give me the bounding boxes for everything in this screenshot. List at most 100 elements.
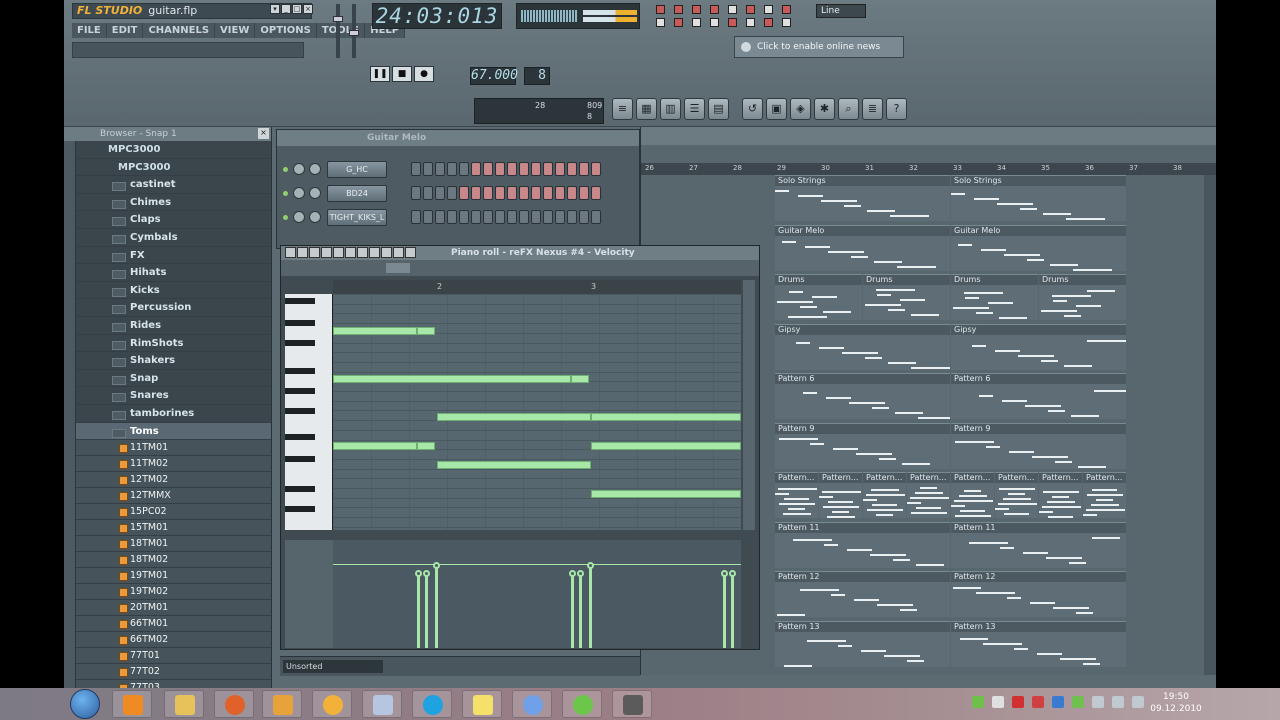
snap-tool-icon[interactable] xyxy=(656,18,665,27)
browser-file[interactable]: 66TM02 xyxy=(76,632,271,649)
channel-button[interactable]: G_HC xyxy=(327,161,387,178)
pattern-clip[interactable]: Pattern... xyxy=(951,472,994,518)
magnet-icon[interactable] xyxy=(309,247,320,258)
browser-folder[interactable]: RimShots xyxy=(76,335,271,353)
taskbar-fl-studio[interactable] xyxy=(312,690,352,718)
snap-tool-icon[interactable] xyxy=(764,5,773,14)
velocity-bar[interactable] xyxy=(731,572,734,648)
step-button[interactable] xyxy=(543,210,553,224)
snap-tool-icon[interactable] xyxy=(746,18,755,27)
browser-folder[interactable]: Chimes xyxy=(76,194,271,212)
wrench-icon[interactable] xyxy=(297,247,308,258)
taskbar-app[interactable] xyxy=(262,690,302,718)
pattern-number[interactable]: 8 xyxy=(524,67,550,85)
step-button[interactable] xyxy=(483,210,493,224)
menu-view[interactable]: VIEW xyxy=(215,23,256,38)
taskbar-skype[interactable] xyxy=(412,690,452,718)
snap-tool-icon[interactable] xyxy=(710,18,719,27)
step-button[interactable] xyxy=(507,210,517,224)
black-key[interactable] xyxy=(285,486,315,492)
step-button[interactable] xyxy=(507,162,517,176)
browser-folder[interactable]: Shakers xyxy=(76,352,271,370)
pattern-clip[interactable]: Pattern 11 xyxy=(951,521,1126,568)
playlist-icon[interactable]: ≡ xyxy=(612,98,633,120)
channel-led[interactable] xyxy=(283,215,288,220)
step-button[interactable] xyxy=(531,210,541,224)
step-button[interactable] xyxy=(519,210,529,224)
online-news-button[interactable]: Click to enable online news xyxy=(734,36,904,58)
tray-icon[interactable] xyxy=(1112,696,1124,708)
browser-file[interactable]: 12TMMX xyxy=(76,488,271,505)
step-button[interactable] xyxy=(507,186,517,200)
step-button[interactable] xyxy=(519,162,529,176)
browser-folder[interactable]: Percussion xyxy=(76,299,271,317)
midi-note[interactable] xyxy=(591,442,741,450)
pattern-clip[interactable]: Drums xyxy=(951,274,1038,320)
taskbar-firefox[interactable] xyxy=(214,690,254,718)
black-key[interactable] xyxy=(285,298,315,304)
pattern-clip[interactable]: Pattern... xyxy=(775,472,818,518)
step-button[interactable] xyxy=(567,210,577,224)
pattern-clip[interactable]: Pattern 13 xyxy=(951,620,1126,667)
pattern-clip[interactable]: Drums xyxy=(1039,274,1126,320)
step-button[interactable] xyxy=(519,186,529,200)
pattern-clip[interactable]: Pattern 12 xyxy=(951,571,1126,617)
browser-folder[interactable]: Cymbals xyxy=(76,229,271,247)
note-grid[interactable] xyxy=(333,294,741,530)
step-button[interactable] xyxy=(471,210,481,224)
browser-file[interactable]: 15PC02 xyxy=(76,504,271,521)
pan-knob[interactable] xyxy=(293,163,305,175)
volume-knob[interactable] xyxy=(309,163,321,175)
midi-note[interactable] xyxy=(333,327,417,335)
browser-folder[interactable]: Toms xyxy=(76,422,271,441)
velocity-editor[interactable] xyxy=(333,540,741,648)
save-icon[interactable]: ▣ xyxy=(766,98,787,120)
pattern-clip[interactable]: Guitar Melo xyxy=(951,224,1126,271)
snap-tool-icon[interactable] xyxy=(746,5,755,14)
browser-folder-sub[interactable]: MPC3000 xyxy=(76,159,271,177)
step-button[interactable] xyxy=(447,162,457,176)
browser-file[interactable]: 77T03 xyxy=(76,680,271,688)
step-button[interactable] xyxy=(591,210,601,224)
step-button[interactable] xyxy=(579,210,589,224)
browser-folder[interactable]: FX xyxy=(76,247,271,265)
tray-icon[interactable] xyxy=(1052,696,1064,708)
browser-file[interactable]: 11TM01 xyxy=(76,440,271,457)
stop-button[interactable]: ■ xyxy=(392,66,412,82)
tempo-display[interactable]: 67.000 xyxy=(470,67,518,85)
midi-note[interactable] xyxy=(591,413,741,421)
velocity-bar[interactable] xyxy=(417,572,420,648)
pause-button[interactable]: ❚❚ xyxy=(370,66,390,82)
mute-icon[interactable] xyxy=(357,247,368,258)
browser-file[interactable]: 66TM01 xyxy=(76,616,271,633)
browser-folder[interactable]: Snares xyxy=(76,387,271,405)
step-button[interactable] xyxy=(459,186,469,200)
step-button[interactable] xyxy=(447,186,457,200)
step-button[interactable] xyxy=(543,186,553,200)
step-button[interactable] xyxy=(411,210,421,224)
browser-file[interactable]: 11TM02 xyxy=(76,456,271,473)
channel-button[interactable]: BD24 xyxy=(327,185,387,202)
help-icon[interactable]: ? xyxy=(886,98,907,120)
midi-note[interactable] xyxy=(333,375,571,383)
slice-icon[interactable] xyxy=(369,247,380,258)
step-button[interactable] xyxy=(435,210,445,224)
black-key[interactable] xyxy=(285,408,315,414)
browser-folder[interactable]: Claps xyxy=(76,211,271,229)
playlist-scrollbar[interactable] xyxy=(1204,175,1216,675)
menu-edit[interactable]: EDIT xyxy=(106,23,144,38)
channel-button[interactable]: TIGHT_KIKS_L xyxy=(327,209,387,226)
browser-file[interactable]: 19TM02 xyxy=(76,584,271,601)
tray-icon[interactable] xyxy=(1012,696,1024,708)
pattern-clip[interactable]: Pattern 11 xyxy=(775,521,950,568)
pattern-clip[interactable]: Guitar Melo xyxy=(775,224,950,271)
piano-roll-icon[interactable]: ▥ xyxy=(660,98,681,120)
menu-channels[interactable]: CHANNELS xyxy=(143,23,216,38)
volume-knob[interactable] xyxy=(309,187,321,199)
tray-icon[interactable] xyxy=(972,696,984,708)
menu-file[interactable]: FILE xyxy=(72,23,107,38)
browser-file[interactable]: 12TM02 xyxy=(76,472,271,489)
midi-note[interactable] xyxy=(437,413,591,421)
midi-note[interactable] xyxy=(417,327,435,335)
step-button[interactable] xyxy=(459,210,469,224)
